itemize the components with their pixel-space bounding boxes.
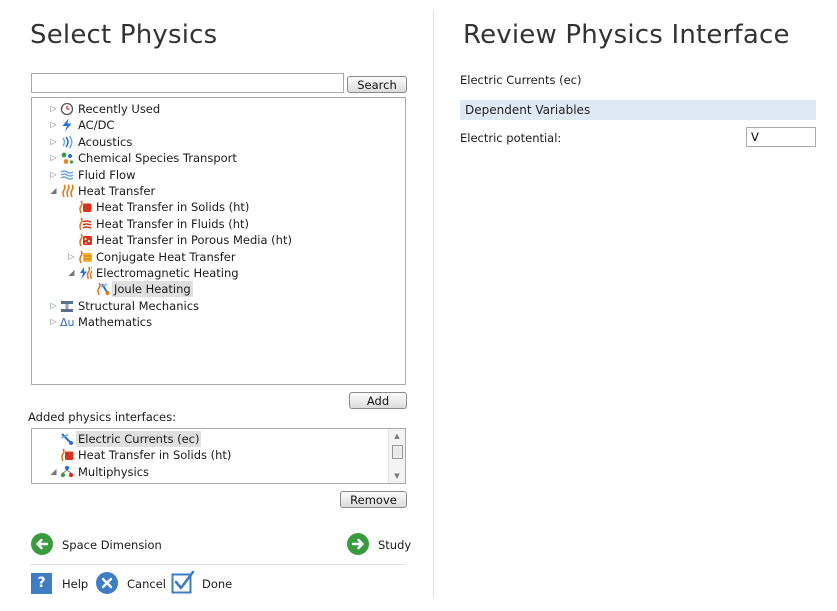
heat-porous-icon <box>78 233 92 247</box>
chemical-species-icon <box>60 151 74 165</box>
tree-item-label: Chemical Species Transport <box>78 151 237 166</box>
footer-divider <box>30 564 406 565</box>
expand-arrow-icon[interactable]: ▷ <box>67 249 76 265</box>
tree-item-label: Joule Heating <box>112 281 193 298</box>
help-button[interactable]: Help <box>62 577 88 591</box>
interface-name: Electric Currents (ec) <box>460 73 582 87</box>
panel-divider <box>433 10 434 598</box>
tree-item[interactable]: Acoustics <box>60 134 132 150</box>
scroll-thumb[interactable] <box>392 445 403 459</box>
study-button[interactable]: Study <box>378 538 411 552</box>
mathematics-icon: Δu <box>60 315 74 329</box>
search-input[interactable] <box>31 73 344 93</box>
fluid-flow-icon <box>60 168 74 182</box>
cancel-button[interactable]: Cancel <box>127 577 166 591</box>
electric-currents-icon <box>60 432 74 446</box>
help-icon[interactable]: ? <box>31 573 52 594</box>
tree-item-label: Mathematics <box>78 315 153 330</box>
done-icon[interactable] <box>171 570 195 594</box>
tree-item-label: Conjugate Heat Transfer <box>96 249 236 264</box>
review-physics-title: Review Physics Interface <box>463 20 790 50</box>
added-interface-item[interactable]: Electric Currents (ec) <box>60 431 202 447</box>
tree-item[interactable]: Heat Transfer <box>60 183 155 199</box>
tree-item-label: Heat Transfer in Fluids (ht) <box>96 216 249 231</box>
space-dimension-button[interactable]: Space Dimension <box>62 538 162 552</box>
acoustics-icon <box>60 135 74 149</box>
tree-item[interactable]: Fluid Flow <box>60 167 136 183</box>
tree-item[interactable]: Heat Transfer in Fluids (ht) <box>78 216 249 232</box>
added-interfaces-list[interactable]: Electric Currents (ec) Heat Transfer in S… <box>31 428 406 484</box>
expand-arrow-icon[interactable]: ▷ <box>49 298 58 314</box>
tree-item-label: Heat Transfer in Porous Media (ht) <box>96 233 292 248</box>
back-arrow-icon[interactable] <box>31 533 53 555</box>
tree-item[interactable]: AC/DC <box>60 117 114 133</box>
collapse-arrow-icon[interactable]: ◢ <box>67 265 76 281</box>
tree-item[interactable]: Heat Transfer in Solids (ht) <box>78 199 249 215</box>
cancel-icon[interactable] <box>96 572 118 594</box>
add-button[interactable]: Add <box>349 392 407 409</box>
heat-solids-icon <box>60 448 74 462</box>
added-interface-item[interactable]: Multiphysics <box>60 464 149 480</box>
tree-item-label: Structural Mechanics <box>78 298 200 313</box>
tree-item[interactable]: Recently Used <box>60 101 160 117</box>
expand-arrow-icon[interactable]: ▷ <box>49 117 58 133</box>
search-button[interactable]: Search <box>347 76 407 93</box>
tree-item-label: Recently Used <box>78 102 161 116</box>
dependent-variables-header[interactable]: Dependent Variables <box>460 100 816 120</box>
joule-heating-icon <box>96 282 110 296</box>
added-interface-item[interactable]: Heat Transfer in Solids (ht) <box>60 447 231 463</box>
structural-mechanics-icon <box>60 299 74 313</box>
tree-item[interactable]: Heat Transfer in Porous Media (ht) <box>78 232 292 248</box>
expand-arrow-icon[interactable]: ▷ <box>49 167 58 183</box>
added-interface-item-label: Heat Transfer in Solids (ht) <box>78 448 232 463</box>
em-heating-icon <box>78 266 92 280</box>
tree-item-label: AC/DC <box>78 118 115 133</box>
select-physics-title: Select Physics <box>30 20 218 50</box>
expand-arrow-icon[interactable]: ▷ <box>49 150 58 166</box>
heat-transfer-icon <box>60 184 74 198</box>
tree-item[interactable]: Δu Mathematics <box>60 314 152 330</box>
clock-icon <box>60 102 74 116</box>
heat-fluids-icon <box>78 217 92 231</box>
tree-item[interactable]: Conjugate Heat Transfer <box>78 249 236 265</box>
expand-arrow-icon[interactable]: ▷ <box>49 314 58 330</box>
collapse-arrow-icon[interactable]: ◢ <box>49 183 58 199</box>
expand-arrow-icon[interactable]: ▷ <box>49 134 58 150</box>
tree-item-label: Acoustics <box>78 134 133 149</box>
tree-item-label: Fluid Flow <box>78 167 136 182</box>
svg-text:Δu: Δu <box>60 316 74 329</box>
tree-item[interactable]: Electromagnetic Heating <box>78 265 239 281</box>
tree-item-label: Heat Transfer <box>78 184 156 198</box>
scroll-up-icon[interactable]: ▲ <box>390 431 404 441</box>
scroll-down-icon[interactable]: ▼ <box>390 471 404 481</box>
tree-item-label: Electromagnetic Heating <box>96 266 239 280</box>
conjugate-heat-icon <box>78 250 92 264</box>
electric-potential-label: Electric potential: <box>460 131 562 145</box>
tree-item[interactable]: Structural Mechanics <box>60 298 199 314</box>
scrollbar[interactable]: ▲ ▼ <box>388 429 405 483</box>
expand-arrow-icon[interactable]: ▷ <box>49 101 58 117</box>
done-button[interactable]: Done <box>202 577 232 591</box>
added-interfaces-heading: Added physics interfaces: <box>28 410 177 424</box>
next-arrow-icon[interactable] <box>347 533 369 555</box>
collapse-arrow-icon[interactable]: ◢ <box>49 464 58 480</box>
added-interface-item-label: Multiphysics <box>78 464 150 479</box>
tree-item[interactable]: Joule Heating <box>96 281 193 298</box>
tree-item-label: Heat Transfer in Solids (ht) <box>96 200 250 215</box>
heat-solids-icon <box>78 200 92 214</box>
added-interface-item-label: Electric Currents (ec) <box>76 431 202 447</box>
electric-potential-field[interactable] <box>746 127 816 147</box>
physics-tree[interactable]: ▷ Recently Used ▷ AC/DC ▷ Acoustics ▷ Chemical … <box>31 97 406 385</box>
acdc-icon <box>60 118 74 132</box>
multiphysics-icon <box>60 465 74 479</box>
tree-item[interactable]: Chemical Species Transport <box>60 150 237 166</box>
remove-button[interactable]: Remove <box>340 491 407 508</box>
